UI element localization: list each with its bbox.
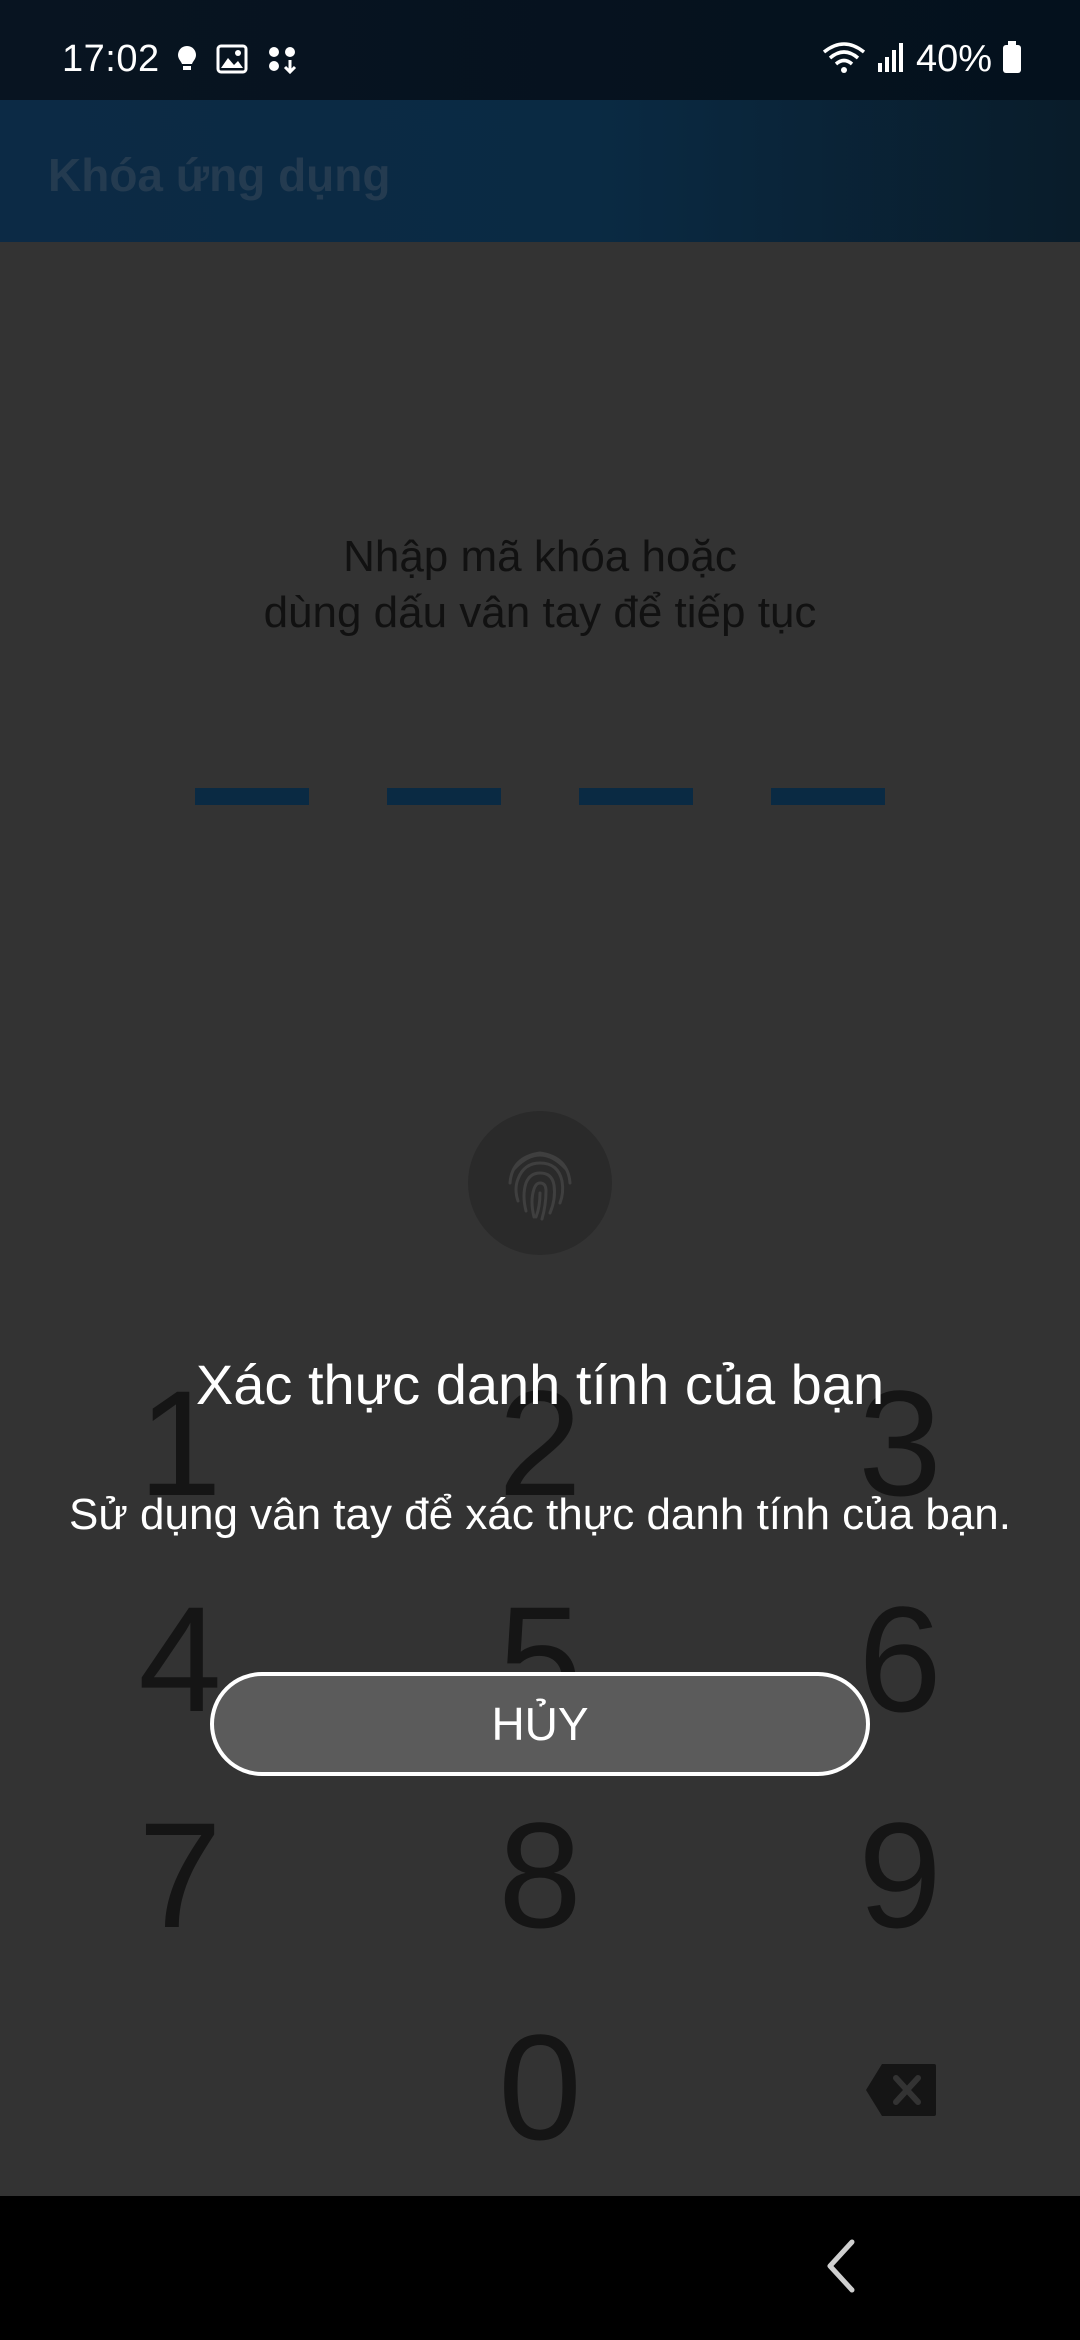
keypad-key-7[interactable]: 7 [100, 1800, 260, 1950]
bulb-icon [176, 44, 198, 79]
status-system-icons: 40% [822, 38, 1022, 81]
status-bar: 17:02 40% [0, 0, 1080, 100]
status-time: 17:02 [62, 38, 160, 80]
nav-back-button[interactable] [818, 2236, 864, 2301]
cancel-button-label: HỦY [491, 1698, 589, 1750]
fingerprint-button[interactable] [468, 1111, 612, 1255]
back-icon [818, 2239, 864, 2300]
status-notification-icons [176, 44, 298, 79]
biometric-dialog-title: Xác thực danh tính của bạn [195, 1353, 885, 1416]
pin-slot-1 [195, 788, 309, 805]
image-icon [216, 44, 248, 79]
app-title: Khóa ứng dụng [48, 149, 391, 201]
battery-icon [1002, 40, 1022, 79]
apps-icon [266, 44, 298, 79]
pin-slot-2 [387, 788, 501, 805]
biometric-dialog-description: Sử dụng vân tay để xác thực danh tính củ… [69, 1490, 1011, 1539]
battery-percentage: 40% [915, 38, 992, 80]
keypad-key-9[interactable]: 9 [820, 1800, 980, 1950]
wifi-icon [822, 40, 866, 79]
lock-prompt-line2: dùng dấu vân tay để tiếp tục [263, 588, 817, 637]
lock-prompt-line1: Nhập mã khóa hoặc [343, 532, 737, 581]
keypad-key-8[interactable]: 8 [460, 1800, 620, 1950]
backspace-button[interactable] [864, 2062, 938, 2123]
pin-slot-4 [771, 788, 885, 805]
fingerprint-icon [502, 1139, 578, 1228]
signal-icon [876, 41, 906, 78]
backspace-icon [864, 2064, 938, 2122]
navigation-bar [0, 2196, 1080, 2340]
pin-slot-3 [579, 788, 693, 805]
cancel-button[interactable]: HỦY [210, 1672, 870, 1776]
keypad-key-0[interactable]: 0 [460, 2012, 620, 2162]
